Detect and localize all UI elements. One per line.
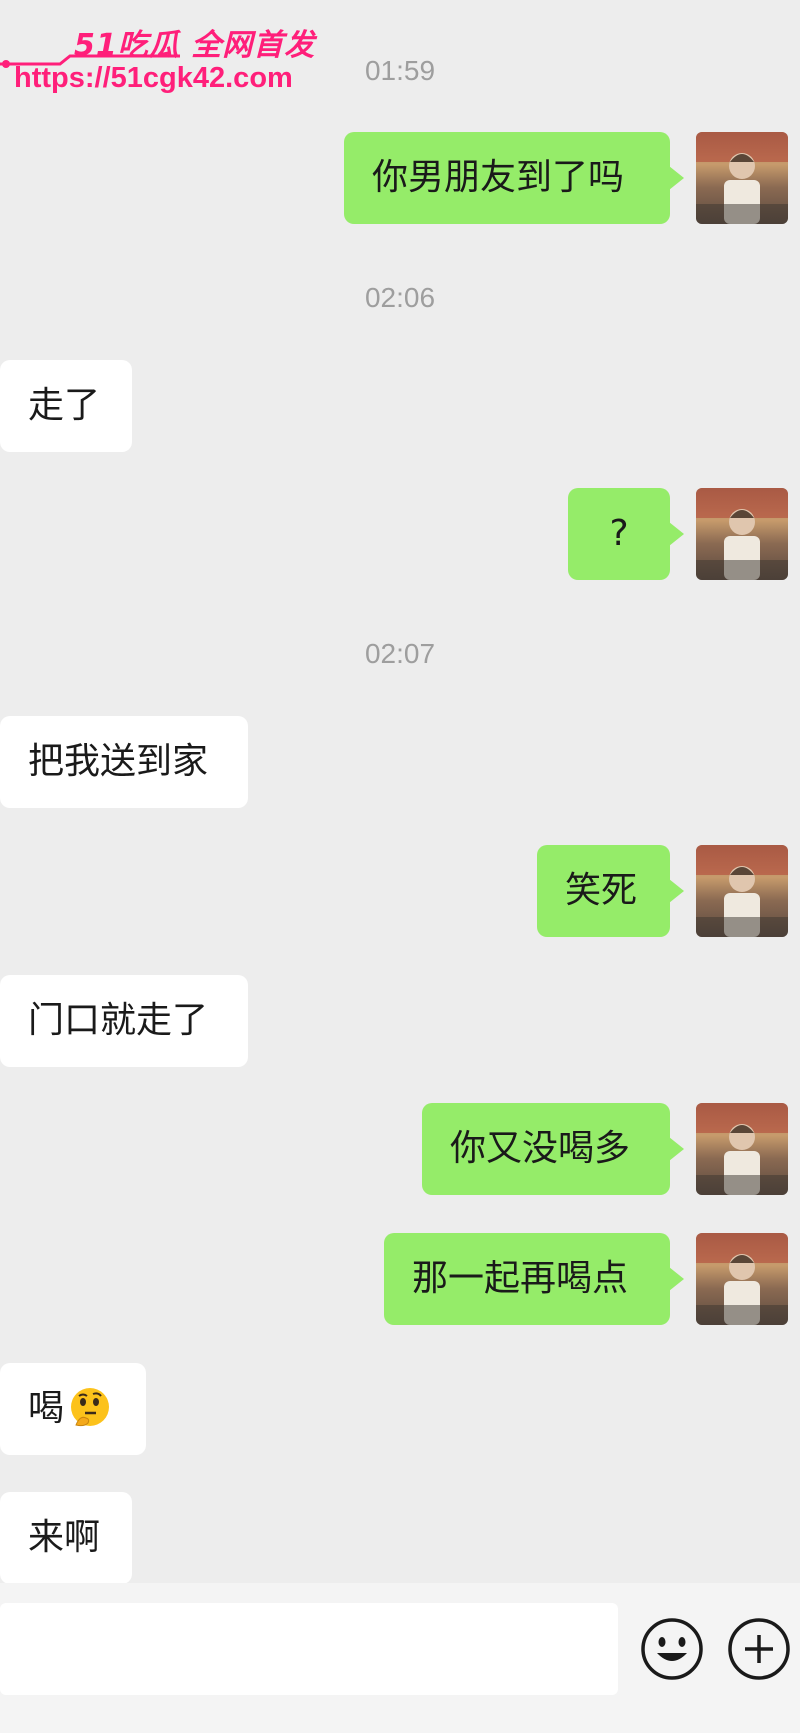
input-bar bbox=[0, 1583, 800, 1733]
avatar[interactable] bbox=[696, 845, 788, 937]
avatar[interactable] bbox=[696, 132, 788, 224]
message-text: 把我送到家 bbox=[28, 741, 209, 782]
message-text: 门口就走了 bbox=[28, 1000, 209, 1041]
timestamp: 02:07 bbox=[364, 638, 436, 669]
received-message-bubble[interactable]: 喝 bbox=[0, 1363, 146, 1455]
received-message-bubble[interactable]: 门口就走了 bbox=[0, 975, 248, 1067]
avatar[interactable] bbox=[696, 488, 788, 580]
message-text: 走了 bbox=[28, 385, 101, 426]
message-text: 你又没喝多 bbox=[450, 1128, 631, 1169]
message-text: 喝 bbox=[28, 1388, 65, 1429]
timestamp: 02:06 bbox=[364, 282, 436, 313]
received-message-bubble[interactable]: 来啊 bbox=[0, 1492, 132, 1584]
timestamp: 01:59 bbox=[364, 55, 436, 86]
sent-message-bubble[interactable]: 你男朋友到了吗 bbox=[344, 132, 684, 224]
message-text: 那一起再喝点 bbox=[412, 1258, 629, 1299]
avatar[interactable] bbox=[696, 1233, 788, 1325]
message-text: ? bbox=[609, 513, 629, 554]
received-message-bubble[interactable]: 把我送到家 bbox=[0, 716, 248, 808]
message-text: 来啊 bbox=[28, 1517, 101, 1558]
sent-message-bubble[interactable]: 你又没喝多 bbox=[422, 1103, 684, 1195]
message-input[interactable] bbox=[0, 1603, 618, 1695]
sent-message-bubble[interactable]: 那一起再喝点 bbox=[384, 1233, 684, 1325]
received-message-bubble[interactable]: 走了 bbox=[0, 360, 132, 452]
avatar[interactable] bbox=[696, 1103, 788, 1195]
sent-message-bubble[interactable]: 笑死 bbox=[537, 845, 684, 937]
thinking-face-icon bbox=[71, 1388, 110, 1427]
smiley-icon[interactable] bbox=[638, 1615, 706, 1683]
message-text: 笑死 bbox=[565, 870, 638, 911]
message-text: 你男朋友到了吗 bbox=[372, 157, 625, 198]
plus-icon[interactable] bbox=[725, 1615, 793, 1683]
sent-message-bubble[interactable]: ? bbox=[568, 488, 684, 580]
